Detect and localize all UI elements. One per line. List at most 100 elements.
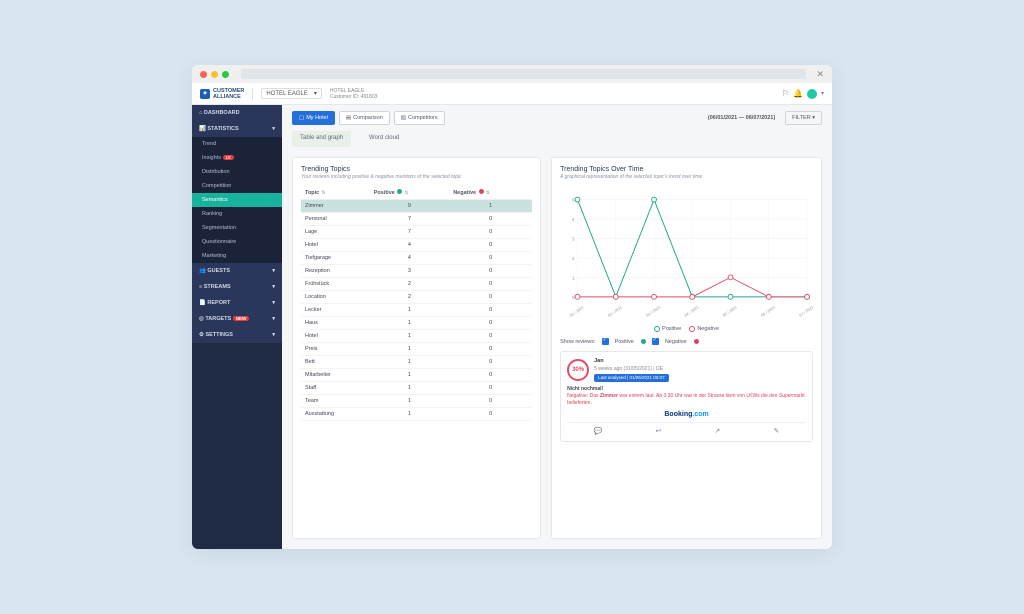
nav-questionnaire[interactable]: Questionnaire (192, 235, 282, 249)
brand-logo[interactable]: ✦ CUSTOMERALLIANCE (200, 88, 244, 100)
checkbox-negative[interactable] (652, 338, 659, 345)
filter-button[interactable]: FILTER ▾ (785, 111, 822, 125)
table-row[interactable]: Hotel10 (301, 330, 532, 343)
trending-title: Trending Topics (301, 166, 532, 173)
over-time-title: Trending Topics Over Time (560, 166, 813, 173)
review-source: Booking.com (567, 411, 806, 418)
table-row[interactable]: Zimmer91 (301, 200, 532, 213)
table-row[interactable]: Staff10 (301, 382, 532, 395)
svg-text:4: 4 (572, 217, 575, 223)
svg-text:5: 5 (572, 198, 575, 204)
view-toolbar: ▢ My Hotel ▤ Comparison ▨ Competitors (0… (282, 105, 832, 131)
svg-text:04 / 2021: 04 / 2021 (683, 304, 699, 317)
svg-text:0: 0 (572, 295, 575, 301)
chevron-down-icon[interactable]: ▾ (821, 90, 824, 97)
table-row[interactable]: Location20 (301, 291, 532, 304)
nav-streams[interactable]: ≡ STREAMS▾ (192, 279, 282, 295)
table-row[interactable]: Preis10 (301, 343, 532, 356)
last-analysed-tag: Last analysed | 01/06/2021 00:07 (594, 374, 668, 382)
action-reply[interactable]: ↩ (656, 427, 662, 435)
tab-my-hotel[interactable]: ▢ My Hotel (292, 111, 335, 125)
minimize-dot[interactable] (211, 71, 218, 78)
col-positive[interactable]: Positive ⇅ (370, 186, 449, 200)
hotel-selector[interactable]: HOTEL EAGLE ▾ (261, 88, 321, 99)
table-row[interactable]: Bett10 (301, 356, 532, 369)
nav-report[interactable]: 📄 REPORT▾ (192, 295, 282, 311)
divider (252, 88, 253, 100)
nav-semantics[interactable]: Semantics (192, 193, 282, 207)
table-row[interactable]: Mitarbeiter10 (301, 369, 532, 382)
review-card: 30% Jan 5 weeks ago (31/05/2021) | DE La… (560, 351, 813, 442)
flag-icon[interactable]: ⚐ (782, 89, 789, 98)
table-row[interactable]: Haus10 (301, 317, 532, 330)
nav-trend[interactable]: Trend (192, 137, 282, 151)
table-row[interactable]: Personal70 (301, 213, 532, 226)
nav-statistics[interactable]: 📊 STATISTICS▾ (192, 121, 282, 137)
nav-dashboard[interactable]: ⌂ DASHBOARD (192, 105, 282, 121)
filter-label: Show reviews: (560, 339, 595, 345)
chart-legend: Positive Negative (560, 326, 813, 332)
review-neg-label: Negative: (567, 393, 588, 399)
nav-insights[interactable]: Insights 19 (192, 151, 282, 165)
table-row[interactable]: Team10 (301, 395, 532, 408)
nav-ranking[interactable]: Ranking (192, 207, 282, 221)
over-time-subtitle: A graphical representation of the select… (560, 174, 813, 180)
nav-competition[interactable]: Competition (192, 179, 282, 193)
hotel-meta: HOTEL EAGLE Customer ID: 491803 (330, 88, 378, 100)
over-time-panel: Trending Topics Over Time A graphical re… (551, 157, 822, 539)
table-row[interactable]: Lecker10 (301, 304, 532, 317)
svg-text:3: 3 (572, 236, 575, 242)
svg-text:06 / 2021: 06 / 2021 (760, 304, 776, 317)
action-edit[interactable]: ✎ (774, 427, 780, 435)
subtabs: Table and graph Word cloud (282, 131, 832, 147)
checkbox-positive[interactable] (602, 338, 609, 345)
table-row[interactable]: Rezeption30 (301, 265, 532, 278)
trending-table: Topic⇅ Positive ⇅ Negative ⇅ Zimmer91Per… (301, 186, 532, 421)
svg-text:2: 2 (572, 256, 575, 262)
subtab-table-graph[interactable]: Table and graph (292, 131, 351, 147)
nav-distribution[interactable]: Distribution (192, 165, 282, 179)
legend-positive: Positive (654, 326, 681, 332)
trend-chart: 01234501 / 202102 / 202103 / 202104 / 20… (560, 190, 813, 320)
review-highlight: Zimmer (600, 393, 618, 399)
maximize-dot[interactable] (222, 71, 229, 78)
review-title: Nicht nochmal! (567, 386, 603, 392)
col-negative[interactable]: Negative ⇅ (449, 186, 532, 200)
action-share[interactable]: ↗ (715, 427, 721, 435)
trending-subtitle: Your reviews including positive & negati… (301, 174, 532, 180)
table-row[interactable]: Frühstück20 (301, 278, 532, 291)
brand-line2: ALLIANCE (213, 94, 241, 100)
titlebar: ✕ (192, 65, 832, 83)
nav-guests[interactable]: 👥 GUESTS▾ (192, 263, 282, 279)
bell-icon[interactable]: 🔔 (793, 89, 803, 98)
close-icon[interactable]: ✕ (816, 69, 824, 80)
close-dot[interactable] (200, 71, 207, 78)
sidebar: ⌂ DASHBOARD 📊 STATISTICS▾ Trend Insights… (192, 105, 282, 549)
table-row[interactable]: Hotel40 (301, 239, 532, 252)
chevron-down-icon: ▾ (314, 90, 317, 97)
trending-topics-panel: Trending Topics Your reviews including p… (292, 157, 541, 539)
main-content: ▢ My Hotel ▤ Comparison ▨ Competitors (0… (282, 105, 832, 549)
tab-competitors[interactable]: ▨ Competitors (394, 111, 445, 125)
hotel-select-label: HOTEL EAGLE (266, 91, 307, 97)
targets-badge: new (233, 316, 250, 321)
date-range[interactable]: (06/01/2021 — 06/07/2021) (708, 115, 775, 121)
review-meta-line: 5 weeks ago (31/05/2021) | DE (594, 366, 663, 372)
app-header: ✦ CUSTOMERALLIANCE HOTEL EAGLE ▾ HOTEL E… (192, 83, 832, 105)
table-row[interactable]: Lage70 (301, 226, 532, 239)
nav-marketing[interactable]: Marketing (192, 249, 282, 263)
nav-segmentation[interactable]: Segmentation (192, 221, 282, 235)
nav-targets[interactable]: ◎ TARGETS new▾ (192, 311, 282, 327)
table-row[interactable]: Tiefgarage40 (301, 252, 532, 265)
nav-settings[interactable]: ⚙ SETTINGS▾ (192, 327, 282, 343)
table-row[interactable]: Ausstattung10 (301, 408, 532, 421)
svg-text:1: 1 (572, 275, 575, 281)
avatar[interactable] (807, 89, 817, 99)
review-score: 30% (567, 359, 589, 381)
action-comment[interactable]: 💬 (594, 427, 603, 435)
svg-text:01 / 2021: 01 / 2021 (569, 304, 585, 317)
url-bar[interactable] (241, 69, 806, 79)
col-topic[interactable]: Topic⇅ (301, 186, 370, 200)
subtab-word-cloud[interactable]: Word cloud (361, 131, 407, 147)
tab-comparison[interactable]: ▤ Comparison (339, 111, 390, 125)
